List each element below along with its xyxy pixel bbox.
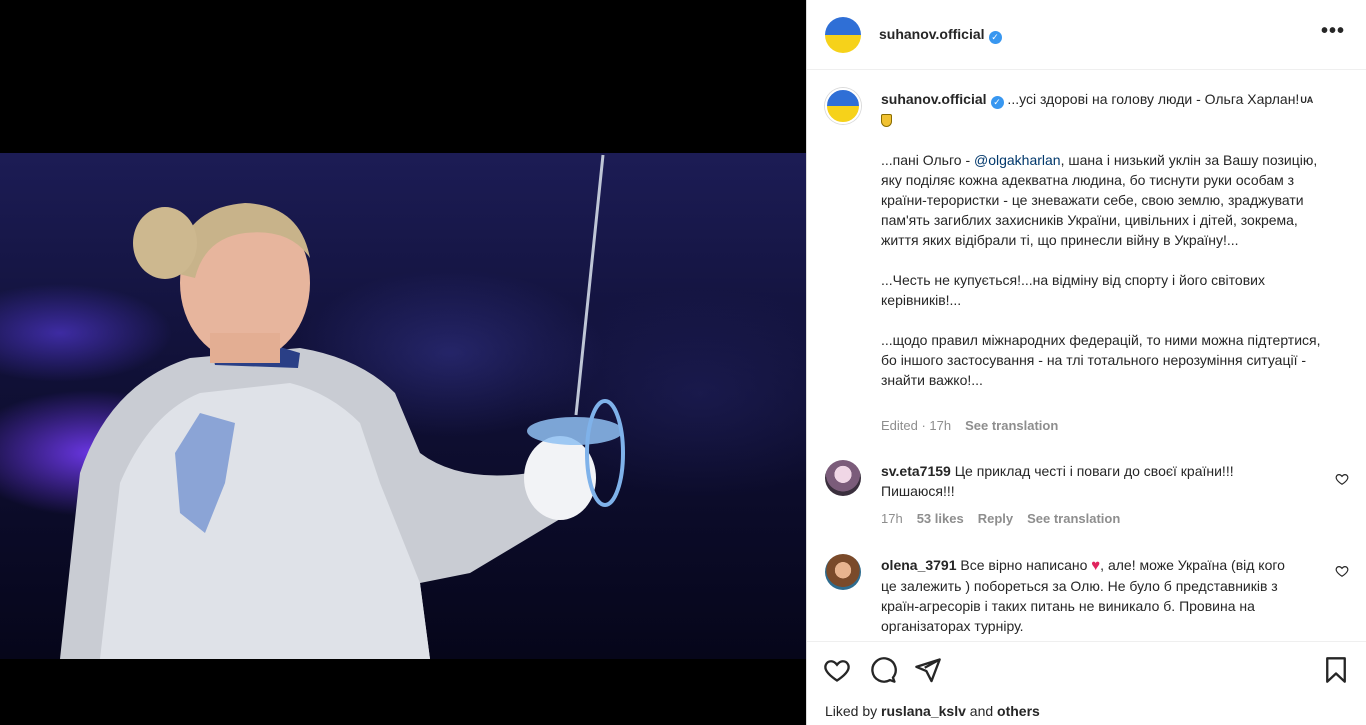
comment-reply-button[interactable]: Reply — [978, 511, 1013, 526]
commenter-username[interactable]: olena_3791 — [881, 557, 957, 573]
commenter-username[interactable]: sv.eta7159 — [881, 463, 951, 479]
post-header: suhanov.official ✓ ••• — [807, 0, 1366, 70]
caption-paragraph-3: ...щодо правил міжнародних федерацій, то… — [881, 332, 1321, 388]
liked-by-user-link[interactable]: ruslana_kslv — [881, 703, 966, 719]
caption-paragraph-2: ...Честь не купується!...на відміну від … — [881, 272, 1265, 308]
verified-badge-icon: ✓ — [988, 31, 1002, 44]
comment-icon[interactable] — [869, 656, 897, 684]
liked-by-prefix: Liked by — [825, 703, 882, 719]
liked-by-others-link[interactable]: others — [997, 703, 1040, 719]
commenter-avatar[interactable] — [825, 460, 861, 496]
post-media[interactable] — [0, 0, 806, 725]
caption-author-avatar[interactable] — [825, 88, 861, 124]
caption-first-line: suhanov.official ✓ ...усі здорові на голо… — [881, 89, 1321, 130]
comment-likes-count[interactable]: 53 likes — [917, 511, 964, 526]
caption-edited-time: Edited · 17h — [881, 418, 952, 433]
red-heart-emoji-icon: ♥ — [1091, 557, 1101, 574]
see-translation-link[interactable]: See translation — [965, 418, 1058, 433]
liked-by-line: Liked by ruslana_kslv and others — [825, 703, 1040, 719]
comments-scroll-area[interactable]: suhanov.official ✓ ...усі здорові на голо… — [807, 70, 1366, 642]
share-icon[interactable] — [914, 656, 942, 684]
more-horizontal-icon[interactable]: ••• — [1321, 20, 1345, 43]
ua-badge: UA — [1300, 95, 1314, 105]
post-side-panel: suhanov.official ✓ ••• suhanov.official ✓ … — [806, 0, 1366, 725]
comment-time: 17h — [881, 511, 903, 526]
see-translation-link[interactable]: See translation — [1027, 511, 1120, 526]
shield-emoji-icon — [881, 114, 892, 127]
caption-paragraph-1: ...пані Ольго - @olgakharlan, шана і низ… — [881, 150, 1321, 250]
caption-line-1: ...усі здорові на голову люди - Ольга Ха… — [1003, 91, 1300, 107]
mention-link[interactable]: @olgakharlan — [974, 152, 1061, 168]
author-username[interactable]: suhanov.official — [879, 26, 985, 42]
post-caption: suhanov.official ✓ ...усі здорові на голо… — [881, 89, 1321, 390]
caption-p1-before: ...пані Ольго - — [881, 152, 974, 168]
heart-icon[interactable] — [823, 656, 851, 684]
comment-meta: 17h 53 likes Reply See translation — [881, 511, 1134, 526]
comment-like-heart-icon[interactable] — [1335, 564, 1349, 578]
comment-body: olena_3791 Все вірно написано ♥, але! мо… — [881, 555, 1301, 636]
caption-meta: Edited · 17h See translation — [881, 418, 1072, 433]
liked-by-middle: and — [965, 703, 998, 719]
bookmark-icon[interactable] — [1322, 656, 1350, 684]
author-avatar[interactable] — [825, 17, 861, 53]
comment-like-heart-icon[interactable] — [1335, 472, 1349, 486]
fencer-illustration — [60, 154, 625, 659]
post-action-bar — [807, 642, 1366, 697]
author-name-row: suhanov.official ✓ — [879, 26, 1002, 44]
comment-body: sv.eta7159 Це приклад честі і поваги до … — [881, 461, 1301, 501]
verified-badge-icon: ✓ — [990, 96, 1004, 109]
comment-text-before: Все вірно написано — [956, 557, 1092, 573]
commenter-avatar[interactable] — [825, 554, 861, 590]
post-photo — [0, 153, 806, 659]
caption-username[interactable]: suhanov.official — [881, 91, 987, 107]
